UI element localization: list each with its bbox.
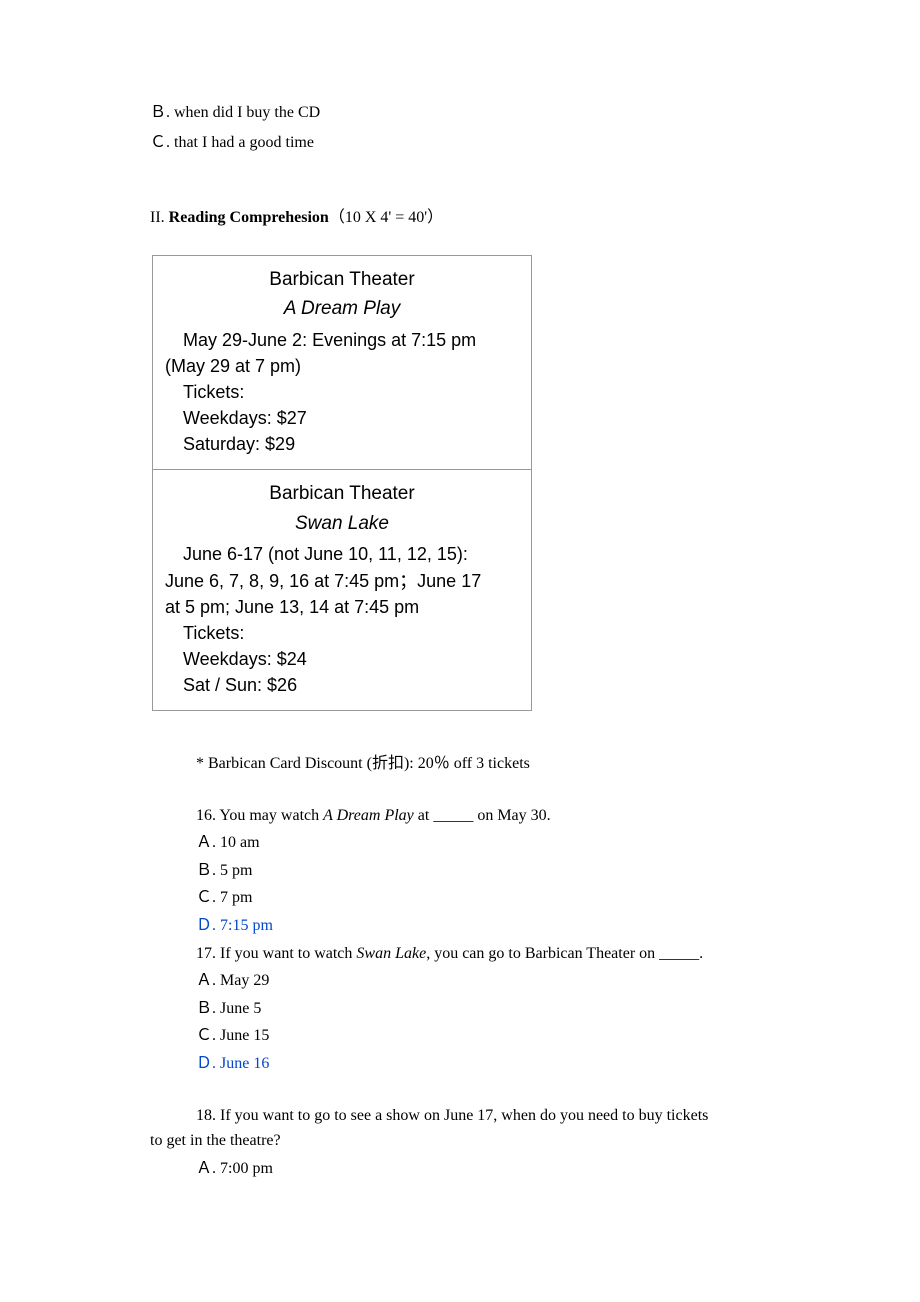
q17-option-a: Ａ. May 29 [196, 968, 780, 994]
section-2-heading: II. Reading Comprehesion（10 X 4' = 40'） [150, 205, 780, 231]
q16-option-c: Ｃ. 7 pm [196, 885, 780, 911]
prev-option-b: Ｂ. when did I buy the CD [150, 100, 780, 126]
q17-option-d-answer: Ｄ. June 16 [196, 1051, 780, 1077]
q18-stem-line1: 18. If you want to go to see a show on J… [196, 1103, 780, 1129]
section-title: Reading Comprehesion [169, 209, 329, 226]
q16-stem-pre: 16. You may watch [196, 807, 323, 824]
q16-option-b: Ｂ. 5 pm [196, 858, 780, 884]
box2-price-weekday: Weekdays: $24 [165, 646, 519, 672]
theater-info-boxes: Barbican Theater A Dream Play May 29-Jun… [152, 255, 780, 711]
q16-stem: 16. You may watch A Dream Play at _____ … [196, 803, 780, 829]
q18-stem-line2: to get in the theatre? [150, 1128, 780, 1154]
document-page: Ｂ. when did I buy the CD Ｃ. that I had a… [0, 0, 920, 1243]
section-number: II. [150, 209, 165, 226]
discount-note: * Barbican Card Discount (折扣): 20％ off 3… [196, 751, 780, 777]
box1-price-weekday: Weekdays: $27 [165, 405, 519, 431]
box1-tickets-label: Tickets: [165, 379, 519, 405]
info-box-1: Barbican Theater A Dream Play May 29-Jun… [152, 255, 532, 471]
theater-name-1: Barbican Theater [165, 266, 519, 294]
question-17: 17. If you want to watch Swan Lake, you … [196, 941, 780, 1077]
info-box-2: Barbican Theater Swan Lake June 6-17 (no… [152, 469, 532, 711]
box1-note: (May 29 at 7 pm) [165, 353, 519, 379]
theater-name-2: Barbican Theater [165, 480, 519, 508]
box2-times-1: June 6, 7, 8, 9, 16 at 7:45 pm；June 17 [165, 568, 519, 594]
q16-option-a: Ａ. 10 am [196, 830, 780, 856]
q17-stem-pre: 17. If you want to watch [196, 945, 356, 962]
q17-option-c: Ｃ. June 15 [196, 1023, 780, 1049]
question-18: 18. If you want to go to see a show on J… [150, 1103, 780, 1182]
info-box-2-cell: Barbican Theater Swan Lake June 6-17 (no… [153, 470, 532, 711]
q17-option-b: Ｂ. June 5 [196, 996, 780, 1022]
box2-dates: June 6-17 (not June 10, 11, 12, 15): [165, 541, 519, 567]
prev-option-c: Ｃ. that I had a good time [150, 130, 780, 156]
discount-note-block: * Barbican Card Discount (折扣): 20％ off 3… [196, 751, 780, 777]
box1-dates: May 29-June 2: Evenings at 7:15 pm [165, 327, 519, 353]
box1-price-saturday: Saturday: $29 [165, 431, 519, 457]
q16-stem-italic: A Dream Play [323, 807, 414, 824]
info-box-1-cell: Barbican Theater A Dream Play May 29-Jun… [153, 255, 532, 470]
q17-stem-italic: Swan Lake [356, 945, 426, 962]
play-name-1: A Dream Play [165, 295, 519, 323]
q18-option-a: Ａ. 7:00 pm [196, 1156, 780, 1182]
box2-price-weekend: Sat / Sun: $26 [165, 672, 519, 698]
q17-stem: 17. If you want to watch Swan Lake, you … [196, 941, 780, 967]
question-16: 16. You may watch A Dream Play at _____ … [196, 803, 780, 939]
box2-times-2: at 5 pm; June 13, 14 at 7:45 pm [165, 594, 519, 620]
play-name-2: Swan Lake [165, 510, 519, 538]
box2-tickets-label: Tickets: [165, 620, 519, 646]
q16-stem-post: at _____ on May 30. [414, 807, 551, 824]
q17-stem-post: , you can go to Barbican Theater on ____… [426, 945, 703, 962]
q16-option-d-answer: Ｄ. 7:15 pm [196, 913, 780, 939]
section-points: （10 X 4' = 40'） [329, 209, 443, 226]
